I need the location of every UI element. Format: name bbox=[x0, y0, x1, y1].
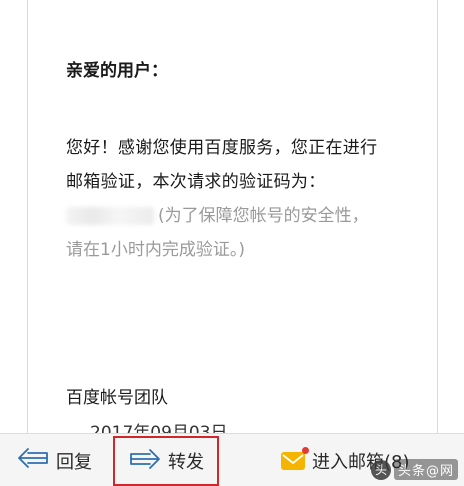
forward-label: 转发 bbox=[168, 452, 204, 473]
reply-arrow-icon bbox=[16, 446, 50, 475]
watermark: 头 头条@网 bbox=[370, 459, 458, 480]
email-signature: 百度帐号团队 bbox=[66, 388, 168, 408]
code-note-line2: 请在1小时内完成验证。) bbox=[66, 240, 245, 260]
code-note-line1: (为了保障您帐号的安全性， bbox=[158, 206, 369, 226]
reply-button[interactable]: 回复 bbox=[16, 434, 92, 486]
email-date: 2017年09月03日 bbox=[90, 423, 228, 433]
reply-label: 回复 bbox=[56, 451, 92, 473]
forward-button[interactable]: 转发 bbox=[113, 436, 219, 486]
verification-code-redacted bbox=[66, 207, 154, 225]
email-content-card: 亲爱的用户： 您好！感谢您使用百度服务，您正在进行 邮箱验证，本次请求的验证码为… bbox=[27, 0, 438, 434]
bottom-toolbar: 回复 转发 进入邮箱(8) 头 头条@网 bbox=[0, 433, 464, 486]
forward-arrow-icon bbox=[128, 447, 162, 476]
email-paragraph-line1: 您好！感谢您使用百度服务，您正在进行 bbox=[66, 138, 378, 158]
verification-code-line: (为了保障您帐号的安全性， bbox=[66, 199, 426, 233]
envelope-icon bbox=[280, 446, 309, 472]
watermark-text: 头条@网 bbox=[393, 459, 458, 480]
watermark-logo-icon: 头 bbox=[370, 459, 391, 480]
email-paragraph-line2: 邮箱验证，本次请求的验证码为： bbox=[66, 172, 326, 192]
email-screen: 亲爱的用户： 您好！感谢您使用百度服务，您正在进行 邮箱验证，本次请求的验证码为… bbox=[0, 0, 464, 486]
email-greeting: 亲爱的用户： bbox=[66, 61, 168, 81]
email-paragraph: 您好！感谢您使用百度服务，您正在进行 邮箱验证，本次请求的验证码为： bbox=[66, 131, 426, 199]
email-body: 亲爱的用户： 您好！感谢您使用百度服务，您正在进行 邮箱验证，本次请求的验证码为… bbox=[66, 59, 426, 267]
unread-badge-dot bbox=[302, 446, 309, 454]
